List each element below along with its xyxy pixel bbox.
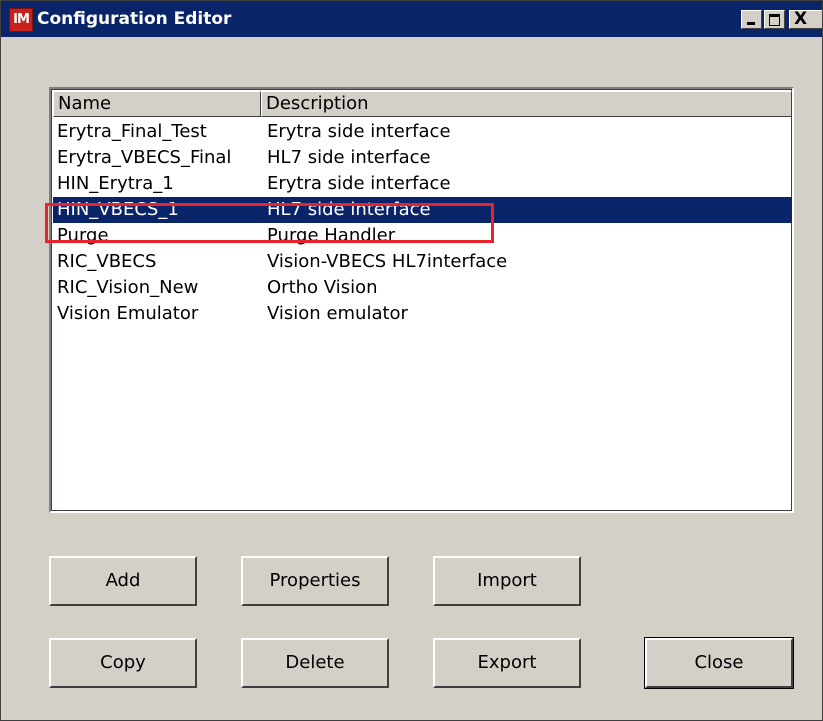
item-name: RIC_VBECS [57, 251, 157, 272]
column-header-description[interactable]: Description [261, 91, 792, 117]
window-title: Configuration Editor [37, 9, 232, 29]
list-header: Name Description [53, 91, 792, 117]
configuration-editor-window: IM Configuration Editor X Name Descripti… [0, 0, 823, 721]
list-item[interactable]: Erytra_Final_Test Erytra side interface [53, 119, 792, 145]
export-button[interactable]: Export [433, 638, 581, 688]
close-window-button[interactable]: X [789, 9, 822, 29]
minimize-icon [747, 22, 755, 25]
selection-highlight-annotation [45, 203, 494, 243]
close-icon: X [794, 9, 808, 29]
import-button[interactable]: Import [433, 556, 581, 606]
configuration-list[interactable]: Name Description Erytra_Final_Test Erytra… [49, 87, 794, 513]
item-description: Erytra side interface [267, 121, 451, 142]
item-description: Vision emulator [267, 303, 408, 324]
item-description: Ortho Vision [267, 277, 378, 298]
minimize-button[interactable] [741, 10, 762, 29]
column-header-name[interactable]: Name [53, 91, 261, 117]
item-description: Vision-VBECS HL7interface [267, 251, 508, 272]
app-logo-icon: IM [9, 8, 33, 32]
list-item[interactable]: RIC_VBECS Vision-VBECS HL7interface [53, 249, 792, 275]
copy-button[interactable]: Copy [49, 638, 197, 688]
item-name: Vision Emulator [57, 303, 199, 324]
delete-button[interactable]: Delete [241, 638, 389, 688]
item-description: HL7 side interface [267, 147, 431, 168]
item-description: Erytra side interface [267, 173, 451, 194]
properties-button[interactable]: Properties [241, 556, 389, 606]
item-name: RIC_Vision_New [57, 277, 199, 298]
list-item[interactable]: HIN_Erytra_1 Erytra side interface [53, 171, 792, 197]
list-item[interactable]: Vision Emulator Vision emulator [53, 301, 792, 327]
add-button[interactable]: Add [49, 556, 197, 606]
close-button[interactable]: Close [644, 637, 794, 689]
maximize-button[interactable] [764, 10, 785, 29]
item-name: HIN_Erytra_1 [57, 173, 174, 194]
list-item[interactable]: Erytra_VBECS_Final HL7 side interface [53, 145, 792, 171]
item-name: Erytra_Final_Test [57, 121, 207, 142]
list-item[interactable]: RIC_Vision_New Ortho Vision [53, 275, 792, 301]
item-name: Erytra_VBECS_Final [57, 147, 232, 168]
title-bar[interactable]: IM Configuration Editor X [1, 1, 822, 37]
maximize-icon [769, 14, 780, 26]
